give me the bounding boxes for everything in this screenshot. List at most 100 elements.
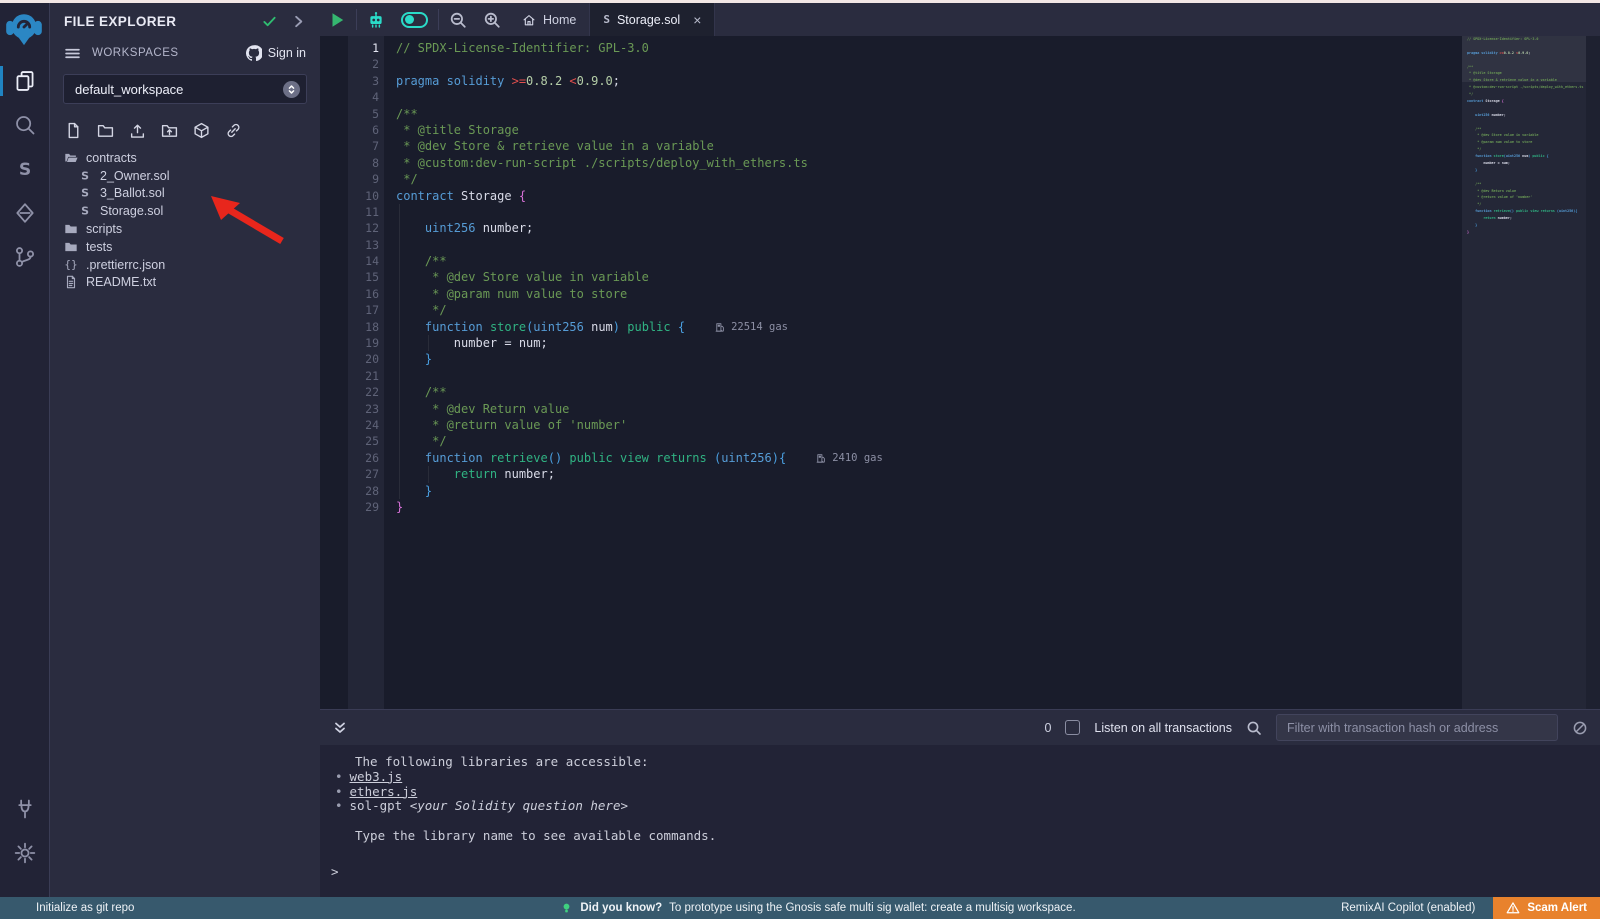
code-line[interactable]: 20 } — [320, 351, 1600, 367]
line-number: 8 — [348, 155, 379, 171]
transaction-filter-input[interactable] — [1276, 714, 1558, 741]
minimap-line — [1462, 105, 1586, 112]
line-number: 26 — [348, 450, 379, 466]
tree-item-3_Ballot.sol[interactable]: S3_Ballot.sol — [50, 185, 320, 203]
git-init-button[interactable]: Initialize as git repo — [0, 902, 560, 914]
minimap-line: return number; — [1462, 215, 1586, 222]
minimap-line: * @dev Store value in variable — [1462, 132, 1586, 139]
code-line[interactable]: 25 */ — [320, 433, 1600, 449]
tree-item-contracts[interactable]: contracts — [50, 149, 320, 167]
code-line[interactable]: 21 — [320, 368, 1600, 384]
code-line[interactable]: 2 — [320, 56, 1600, 72]
code-line[interactable]: 26 function retrieve() public view retur… — [320, 450, 1600, 466]
minimap-line: */ — [1462, 146, 1586, 153]
main-row: S FILE EXPLORER WORKSPACES Sign in defau… — [0, 3, 1600, 897]
minimap-line: */ — [1462, 201, 1586, 208]
code-line[interactable]: 23 * @dev Return value — [320, 401, 1600, 417]
zoom-in-icon[interactable] — [475, 3, 509, 36]
tree-item-label: 3_Ballot.sol — [100, 186, 165, 200]
scam-alert-button[interactable]: Scam Alert — [1493, 897, 1600, 919]
library-link-web3.js[interactable]: web3.js — [350, 769, 403, 784]
icon-panel-file-explorer[interactable] — [0, 59, 49, 103]
tree-item-label: contracts — [86, 151, 137, 165]
clear-console-icon[interactable] — [1572, 720, 1588, 736]
tree-item-label: Storage.sol — [100, 204, 163, 218]
icon-panel-solidity-compiler[interactable]: S — [0, 147, 49, 191]
code-line[interactable]: 4 — [320, 89, 1600, 105]
upload-folder-icon[interactable] — [161, 122, 178, 139]
cube-icon[interactable] — [193, 122, 210, 139]
svg-text:S: S — [18, 160, 30, 180]
tab-Home[interactable]: Home — [509, 3, 590, 36]
run-script-button[interactable] — [320, 3, 354, 36]
editor-minimap[interactable]: // SPDX-License-Identifier: GPL-3.0pragm… — [1462, 36, 1586, 709]
workspaces-label: WORKSPACES — [92, 47, 246, 59]
ai-copilot-toggle[interactable] — [393, 3, 436, 36]
close-tab-icon[interactable]: × — [693, 12, 701, 28]
icon-panel-deploy-run[interactable] — [0, 191, 49, 235]
ai-copilot-robot-icon[interactable] — [359, 3, 393, 36]
editor-scrollbar[interactable] — [1586, 36, 1600, 709]
terminal-line: •ethers.js — [320, 785, 1600, 800]
terminal[interactable]: The following libraries are accessible:•… — [320, 745, 1600, 897]
tree-item-scripts[interactable]: scripts — [50, 220, 320, 238]
icon-panel-search[interactable] — [0, 103, 49, 147]
sign-in-button[interactable]: Sign in — [246, 45, 306, 61]
terminal-collapse-icon[interactable] — [332, 720, 348, 736]
code-line[interactable]: 14 /** — [320, 253, 1600, 269]
code-line[interactable]: 9 */ — [320, 171, 1600, 187]
code-line[interactable]: 16 * @param num value to store — [320, 286, 1600, 302]
code-line[interactable]: 3pragma solidity >=0.8.2 <0.9.0; — [320, 73, 1600, 89]
library-link-ethers.js[interactable]: ethers.js — [350, 784, 418, 799]
code-line[interactable]: 29} — [320, 499, 1600, 515]
code-line[interactable]: 24 * @return value of 'number' — [320, 417, 1600, 433]
tab-Storage.sol[interactable]: SStorage.sol× — [590, 3, 715, 36]
link-icon[interactable] — [225, 122, 242, 139]
code-line[interactable]: 18 function store(uint256 num) public {2… — [320, 319, 1600, 335]
minimap-line: * @dev Return value — [1462, 188, 1586, 195]
tree-item-.prettierrc.json[interactable]: {}.prettierrc.json — [50, 256, 320, 274]
new-file-icon[interactable] — [65, 122, 82, 139]
listen-transactions-checkbox[interactable] — [1065, 720, 1080, 735]
folder-icon — [64, 240, 78, 254]
code-line[interactable]: 13 — [320, 237, 1600, 253]
icon-panel-plugin-manager[interactable] — [0, 787, 49, 831]
copilot-status[interactable]: RemixAI Copilot (enabled) — [1341, 902, 1475, 914]
new-folder-icon[interactable] — [97, 122, 114, 139]
icon-panel-git[interactable] — [0, 235, 49, 279]
code-line[interactable]: 11 — [320, 204, 1600, 220]
workspaces-menu-icon[interactable] — [64, 45, 81, 62]
tree-item-README.txt[interactable]: README.txt — [50, 274, 320, 292]
upload-file-icon[interactable] — [129, 122, 146, 139]
tree-item-Storage.sol[interactable]: SStorage.sol — [50, 202, 320, 220]
code-line[interactable]: 6 * @title Storage — [320, 122, 1600, 138]
zoom-out-icon[interactable] — [441, 3, 475, 36]
terminal-prompt[interactable]: > — [331, 864, 339, 879]
code-line[interactable]: 22 /** — [320, 384, 1600, 400]
code-line[interactable]: 7 * @dev Store & retrieve value in a var… — [320, 138, 1600, 154]
code-line[interactable]: 17 */ — [320, 302, 1600, 318]
chevron-right-icon[interactable] — [291, 14, 306, 29]
workspace-select[interactable]: default_workspace — [63, 74, 307, 104]
code-line[interactable]: 1// SPDX-License-Identifier: GPL-3.0 — [320, 40, 1600, 56]
tree-item-tests[interactable]: tests — [50, 238, 320, 256]
icon-panel-settings[interactable] — [0, 831, 49, 875]
code-line[interactable]: 12 uint256 number; — [320, 220, 1600, 236]
code-line[interactable]: 5/** — [320, 106, 1600, 122]
doc-icon — [64, 275, 78, 289]
code-line[interactable]: 19 number = num; — [320, 335, 1600, 351]
workspace-select-toggle-icon[interactable] — [283, 81, 300, 98]
file-explorer-panel: FILE EXPLORER WORKSPACES Sign in default… — [50, 3, 320, 897]
code-line[interactable]: 8 * @custom:dev-run-script ./scripts/dep… — [320, 155, 1600, 171]
indent-guide — [399, 204, 400, 220]
minimap-line: } — [1462, 229, 1586, 236]
code-line[interactable]: 27 return number; — [320, 466, 1600, 482]
code-editor[interactable]: 1// SPDX-License-Identifier: GPL-3.023pr… — [320, 36, 1600, 709]
code-line[interactable]: 28 } — [320, 483, 1600, 499]
code-line[interactable]: 10contract Storage { — [320, 188, 1600, 204]
remix-logo[interactable] — [5, 9, 45, 49]
code-line[interactable]: 15 * @dev Store value in variable — [320, 269, 1600, 285]
tree-item-2_Owner.sol[interactable]: S2_Owner.sol — [50, 167, 320, 185]
terminal-search-icon[interactable] — [1246, 720, 1262, 736]
indent-guide — [399, 237, 400, 253]
